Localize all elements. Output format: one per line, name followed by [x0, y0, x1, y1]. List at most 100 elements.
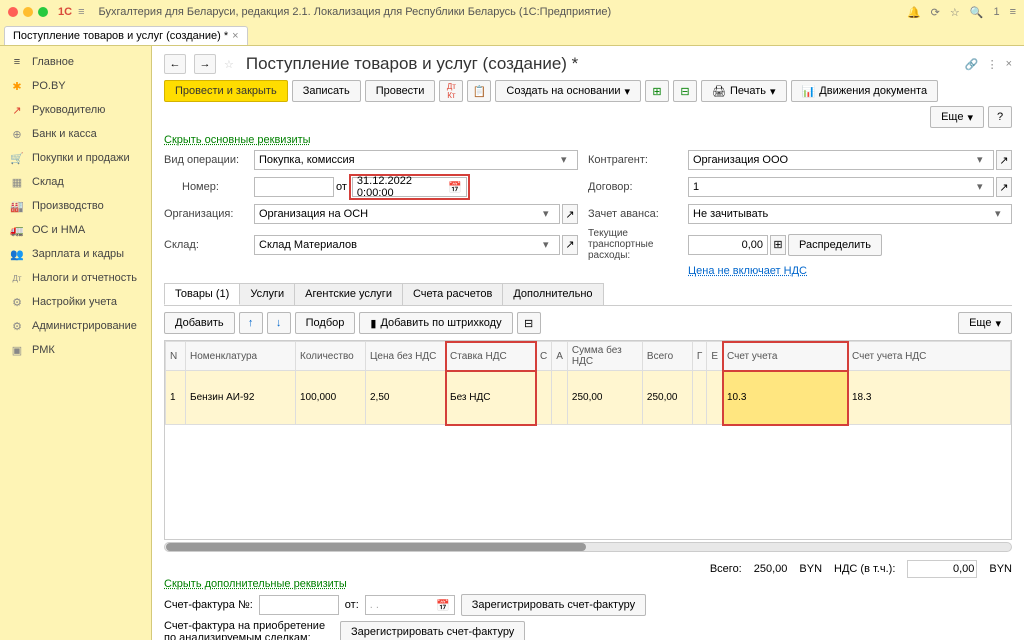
- tab-accounts[interactable]: Счета расчетов: [402, 283, 503, 305]
- sidebar-item-warehouse[interactable]: ▦Склад: [0, 170, 151, 194]
- distribute-button[interactable]: Распределить: [788, 234, 882, 256]
- close-icon[interactable]: ×: [232, 30, 238, 42]
- back-button[interactable]: ←: [164, 54, 186, 74]
- tab-additional[interactable]: Дополнительно: [502, 283, 603, 305]
- excel-import-icon[interactable]: ⊟: [673, 80, 697, 102]
- post-button[interactable]: Провести: [365, 80, 436, 102]
- sidebar-item-manager[interactable]: ↗Руководителю: [0, 98, 151, 122]
- invoice-no-input[interactable]: [259, 595, 339, 615]
- window-min-icon[interactable]: [23, 7, 33, 17]
- cell-a[interactable]: [552, 371, 568, 425]
- star-icon[interactable]: ☆: [950, 6, 960, 19]
- cell-nom[interactable]: Бензин АИ-92: [186, 371, 296, 425]
- create-based-button[interactable]: Создать на основании ▾: [495, 80, 641, 102]
- sidebar-item-assets[interactable]: 🚛ОС и НМА: [0, 218, 151, 242]
- hide-details-link[interactable]: Скрыть основные реквизиты: [164, 134, 311, 146]
- barcode-button[interactable]: ▮ Добавить по штрихкоду: [359, 312, 512, 334]
- sidebar-item-bank[interactable]: ⊕Банк и касса: [0, 122, 151, 146]
- hide-extra-link[interactable]: Скрыть дополнительные реквизиты: [164, 578, 347, 590]
- sidebar-item-label: PO.BY: [32, 80, 66, 92]
- sidebar-item-label: Администрирование: [32, 320, 137, 332]
- cell-acct[interactable]: 10.3: [723, 371, 848, 425]
- cell-price[interactable]: 2,50: [366, 371, 446, 425]
- open-icon[interactable]: ↗: [562, 235, 578, 255]
- open-icon[interactable]: ↗: [996, 177, 1012, 197]
- window-max-icon[interactable]: [38, 7, 48, 17]
- settings-icon[interactable]: ⊟: [517, 312, 541, 334]
- document-tab[interactable]: Поступление товаров и услуг (создание) *…: [4, 26, 248, 45]
- calendar-icon[interactable]: 📅: [436, 599, 450, 612]
- cell-qty[interactable]: 100,000: [296, 371, 366, 425]
- close-icon[interactable]: ×: [1006, 58, 1012, 71]
- horizontal-scrollbar[interactable]: [164, 542, 1012, 552]
- number-input[interactable]: [254, 177, 334, 197]
- cell-acct-vat[interactable]: 18.3: [848, 371, 1011, 425]
- op-type-select[interactable]: Покупка, комиссия▾: [254, 150, 578, 170]
- link-icon[interactable]: 🔗: [965, 58, 979, 71]
- register-invoice-button-2[interactable]: Зарегистрировать счет-фактуру: [340, 621, 525, 640]
- search-icon[interactable]: 🔍: [970, 6, 984, 19]
- cell-e[interactable]: [707, 371, 723, 425]
- warehouse-input[interactable]: Склад Материалов▾: [254, 235, 560, 255]
- register-invoice-button[interactable]: Зарегистрировать счет-фактуру: [461, 594, 646, 616]
- forward-button[interactable]: →: [194, 54, 216, 74]
- advance-select[interactable]: Не зачитывать▾: [688, 204, 1012, 224]
- sidebar-item-production[interactable]: 🏭Производство: [0, 194, 151, 218]
- print-button[interactable]: 🖨 Печать ▾: [701, 80, 787, 102]
- bell-icon[interactable]: 🔔: [907, 6, 921, 19]
- cell-total[interactable]: 250,00: [642, 371, 692, 425]
- transport-input[interactable]: 0,00: [688, 235, 768, 255]
- cell-s[interactable]: [536, 371, 552, 425]
- sidebar-item-settings[interactable]: ⚙Настройки учета: [0, 290, 151, 314]
- cell-sum[interactable]: 250,00: [567, 371, 642, 425]
- sidebar-item-salary[interactable]: 👥Зарплата и кадры: [0, 242, 151, 266]
- tab-services[interactable]: Услуги: [239, 283, 295, 305]
- sidebar-item-rmk[interactable]: ▣РМК: [0, 338, 151, 362]
- add-button[interactable]: Добавить: [164, 312, 235, 334]
- invoice-date-input[interactable]: . .📅: [365, 595, 455, 615]
- table-row[interactable]: 1 Бензин АИ-92 100,000 2,50 Без НДС 250,…: [166, 371, 1011, 425]
- cell-vat-rate[interactable]: Без НДС: [446, 371, 536, 425]
- more-button[interactable]: Еще ▾: [930, 106, 984, 128]
- move-down-button[interactable]: ↓: [267, 312, 291, 334]
- org-input[interactable]: Организация на ОСН▾: [254, 204, 560, 224]
- help-button[interactable]: ?: [988, 106, 1012, 128]
- open-icon[interactable]: ↗: [562, 204, 578, 224]
- sidebar-item-main[interactable]: ≡Главное: [0, 50, 151, 74]
- calc-icon[interactable]: ⊞: [770, 235, 786, 255]
- vat-input[interactable]: [907, 560, 977, 578]
- tab-goods[interactable]: Товары (1): [164, 283, 240, 305]
- cell-g[interactable]: [692, 371, 706, 425]
- tab-agent[interactable]: Агентские услуги: [294, 283, 403, 305]
- dtkt-button[interactable]: ДтКт: [439, 80, 463, 102]
- movements-button[interactable]: 📊 Движения документа: [791, 80, 939, 102]
- excel-export-icon[interactable]: ⊞: [645, 80, 669, 102]
- post-close-button[interactable]: Провести и закрыть: [164, 80, 288, 102]
- counterparty-input[interactable]: Организация ООО▾: [688, 150, 994, 170]
- select-button[interactable]: Подбор: [295, 312, 356, 334]
- move-up-button[interactable]: ↑: [239, 312, 263, 334]
- sidebar-item-sales[interactable]: 🛒Покупки и продажи: [0, 146, 151, 170]
- pos-icon: ▣: [10, 343, 24, 357]
- hamburger-icon[interactable]: ≡: [78, 6, 84, 18]
- sidebar-item-admin[interactable]: ⚙Администрирование: [0, 314, 151, 338]
- price-no-vat-link[interactable]: Цена не включает НДС: [688, 265, 1012, 277]
- calendar-icon[interactable]: 📅: [448, 181, 462, 194]
- favorite-icon[interactable]: ☆: [224, 58, 234, 71]
- save-button[interactable]: Записать: [292, 80, 361, 102]
- window-close-icon[interactable]: [8, 7, 18, 17]
- coin-icon: ⊕: [10, 127, 24, 141]
- structure-button[interactable]: 📋: [467, 80, 491, 102]
- history-icon[interactable]: ⟳: [931, 6, 940, 19]
- table-more-button[interactable]: Еще ▾: [958, 312, 1012, 334]
- user-icon[interactable]: 1: [993, 6, 999, 19]
- contract-input[interactable]: 1▾: [688, 177, 994, 197]
- more-icon[interactable]: ⋮: [987, 58, 998, 71]
- people-icon: 👥: [10, 247, 24, 261]
- date-input[interactable]: 31.12.2022 0:00:00📅: [352, 177, 467, 197]
- menu-icon[interactable]: ≡: [1010, 6, 1016, 19]
- sidebar-item-poby[interactable]: ✱PO.BY: [0, 74, 151, 98]
- open-icon[interactable]: ↗: [996, 150, 1012, 170]
- sidebar-item-taxes[interactable]: ДтНалоги и отчетность: [0, 266, 151, 290]
- goods-table[interactable]: N Номенклатура Количество Цена без НДС С…: [164, 340, 1012, 540]
